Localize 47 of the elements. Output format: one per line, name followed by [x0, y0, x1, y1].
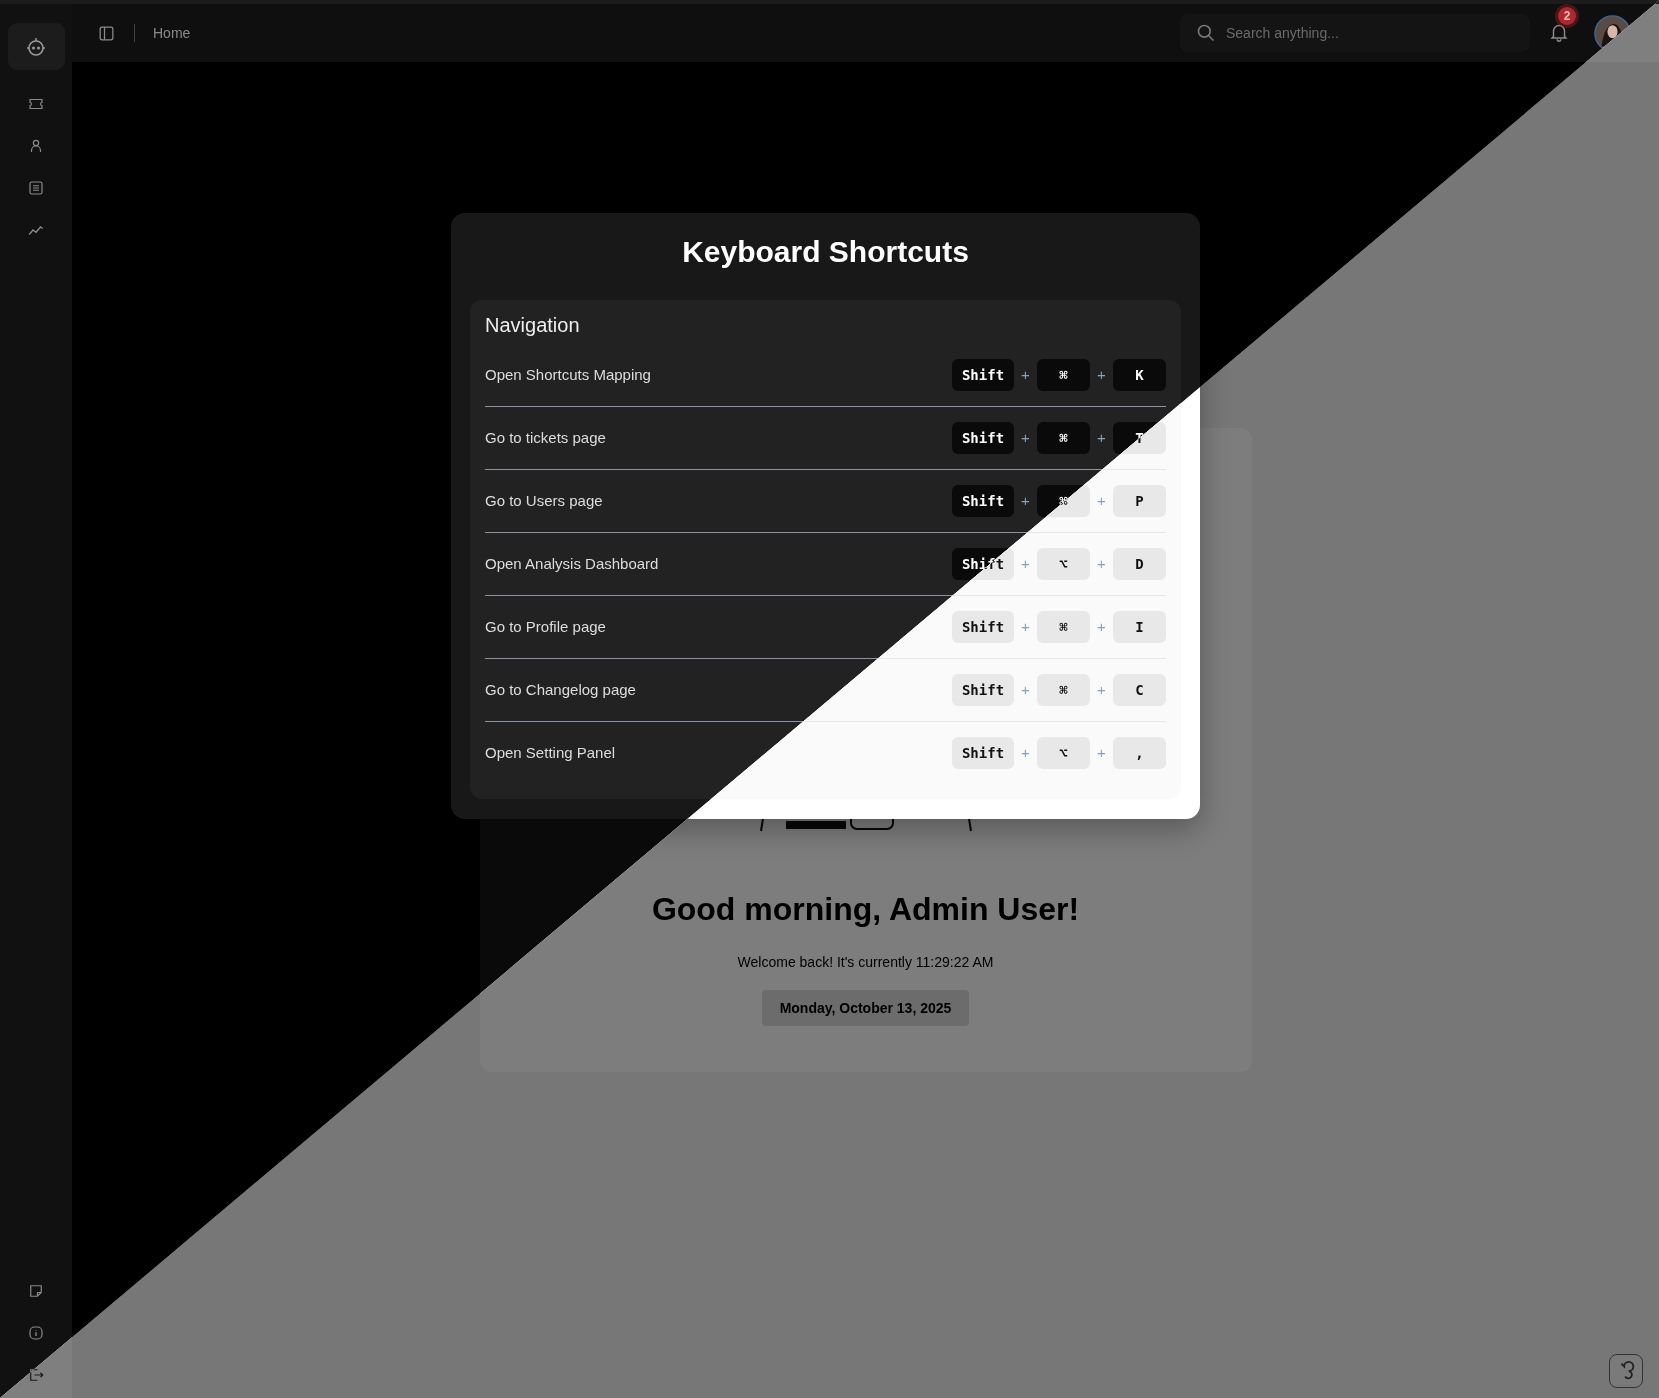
- key-cap: K: [1113, 358, 1166, 391]
- key-cap: I: [1113, 610, 1166, 643]
- section-heading: Navigation: [485, 313, 581, 337]
- key-cap: D: [1113, 547, 1166, 580]
- key-cap: ⌥: [1037, 736, 1090, 769]
- shortcut-label: Go to Users page: [485, 492, 603, 509]
- key-cap: ⌘: [1037, 673, 1090, 706]
- key-cap: ⌘: [1037, 610, 1090, 643]
- key-cap: Shift: [952, 673, 1014, 706]
- plus-sign: +: [1020, 618, 1031, 635]
- shortcut-label: Go to tickets page: [485, 429, 606, 446]
- plus-sign: +: [1096, 366, 1107, 383]
- plus-sign: +: [1020, 492, 1031, 509]
- notification-badge: 2: [1558, 7, 1576, 25]
- plus-sign: +: [1020, 429, 1031, 446]
- search-field[interactable]: Search anything...: [1180, 14, 1530, 52]
- plus-sign: +: [1020, 555, 1031, 572]
- key-cap: ,: [1113, 736, 1166, 769]
- plus-sign: +: [1096, 681, 1107, 698]
- key-cap: Shift: [952, 610, 1014, 643]
- plus-sign: +: [1096, 492, 1107, 509]
- plus-sign: +: [1020, 366, 1031, 383]
- welcome-text: Welcome back! It's currently 11:29:22 AM: [737, 954, 994, 970]
- shortcut-label: Open Setting Panel: [485, 744, 616, 761]
- plus-sign: +: [1020, 744, 1031, 761]
- key-cap: C: [1113, 673, 1166, 706]
- plus-sign: +: [1096, 429, 1107, 446]
- key-cap: Shift: [952, 736, 1014, 769]
- shortcut-label: Open Analysis Dashboard: [485, 555, 659, 572]
- key-cap: P: [1113, 484, 1166, 517]
- plus-sign: +: [1096, 744, 1107, 761]
- key-cap: Shift: [952, 484, 1014, 517]
- dialog-title: Keyboard Shortcuts: [681, 235, 970, 270]
- breadcrumb-link[interactable]: Home: [153, 25, 191, 41]
- key-cap: Shift: [952, 358, 1014, 391]
- greeting-heading: Good morning, Admin User!: [651, 891, 1080, 928]
- plus-sign: +: [1096, 618, 1107, 635]
- key-cap: ⌥: [1037, 547, 1090, 580]
- key-cap: ⌘: [1037, 421, 1090, 454]
- shortcut-label: Go to Changelog page: [485, 681, 636, 698]
- plus-sign: +: [1096, 555, 1107, 572]
- shortcut-label: Open Shortcuts Mapping: [485, 366, 651, 383]
- key-cap: Shift: [952, 421, 1014, 454]
- date-pill: Monday, October 13, 2025: [761, 990, 970, 1026]
- plus-sign: +: [1020, 681, 1031, 698]
- shortcut-label: Go to Profile page: [485, 618, 606, 635]
- key-cap: ⌘: [1037, 358, 1090, 391]
